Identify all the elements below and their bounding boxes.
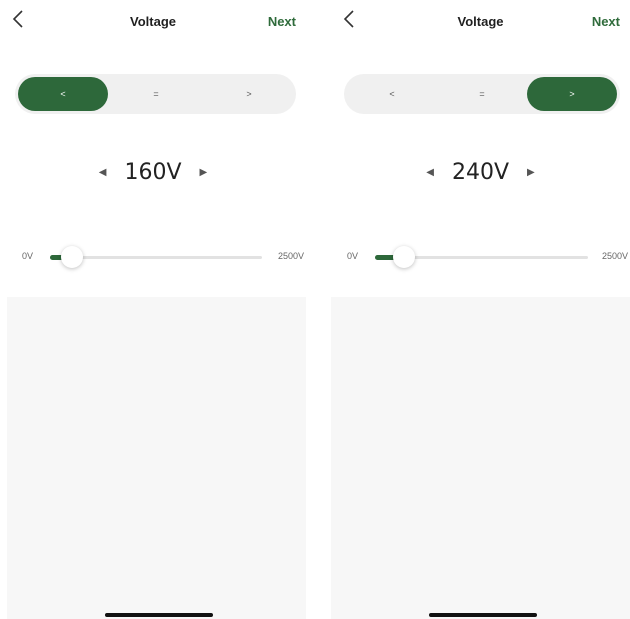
voltage-stepper: ◀ 160V ▶ xyxy=(0,160,306,185)
segment-equal[interactable]: = xyxy=(437,77,527,111)
triangle-right-icon: ▶ xyxy=(527,167,535,178)
home-indicator xyxy=(105,613,213,617)
segment-greater-than[interactable]: > xyxy=(204,77,294,111)
slider-min-label: 0V xyxy=(22,251,34,261)
slider-max-label: 2500V xyxy=(277,251,304,261)
slider-thumb[interactable] xyxy=(393,246,415,268)
triangle-left-icon: ◀ xyxy=(426,167,434,178)
content-panel xyxy=(331,297,630,619)
segment-equal[interactable]: = xyxy=(111,77,201,111)
voltage-slider[interactable]: 0V 2500V xyxy=(331,246,630,268)
decrease-button[interactable]: ◀ xyxy=(89,163,117,182)
slider-max-label: 2500V xyxy=(601,251,628,261)
triangle-left-icon: ◀ xyxy=(98,167,107,178)
voltage-value: 160V xyxy=(124,160,182,185)
segment-less-than[interactable]: < xyxy=(18,77,108,111)
header: Voltage Next xyxy=(0,0,306,44)
segment-greater-than[interactable]: > xyxy=(527,77,617,111)
next-button[interactable]: Next xyxy=(592,14,620,29)
comparison-selector: < = > xyxy=(15,74,296,114)
header: Voltage Next xyxy=(331,0,630,44)
decrease-button[interactable]: ◀ xyxy=(416,163,444,182)
comparison-selector: < = > xyxy=(344,74,620,114)
voltage-stepper: ◀ 240V ▶ xyxy=(331,160,630,185)
home-indicator xyxy=(429,613,537,617)
next-button[interactable]: Next xyxy=(268,14,296,29)
segment-less-than[interactable]: < xyxy=(347,77,437,111)
increase-button[interactable]: ▶ xyxy=(190,163,218,182)
voltage-screen-2: Voltage Next < = > ◀ 240V ▶ 0V 2500V xyxy=(331,0,630,619)
increase-button[interactable]: ▶ xyxy=(517,163,545,182)
voltage-screen-1: Voltage Next < = > ◀ 160V ▶ 0V 2500V xyxy=(0,0,306,619)
voltage-value: 240V xyxy=(451,160,510,185)
voltage-slider[interactable]: 0V 2500V xyxy=(0,246,306,268)
slider-thumb[interactable] xyxy=(61,246,83,268)
page-title: Voltage xyxy=(457,14,504,29)
content-panel xyxy=(7,297,306,619)
slider-min-label: 0V xyxy=(347,251,359,261)
triangle-right-icon: ▶ xyxy=(199,167,208,178)
page-title: Voltage xyxy=(130,14,176,29)
